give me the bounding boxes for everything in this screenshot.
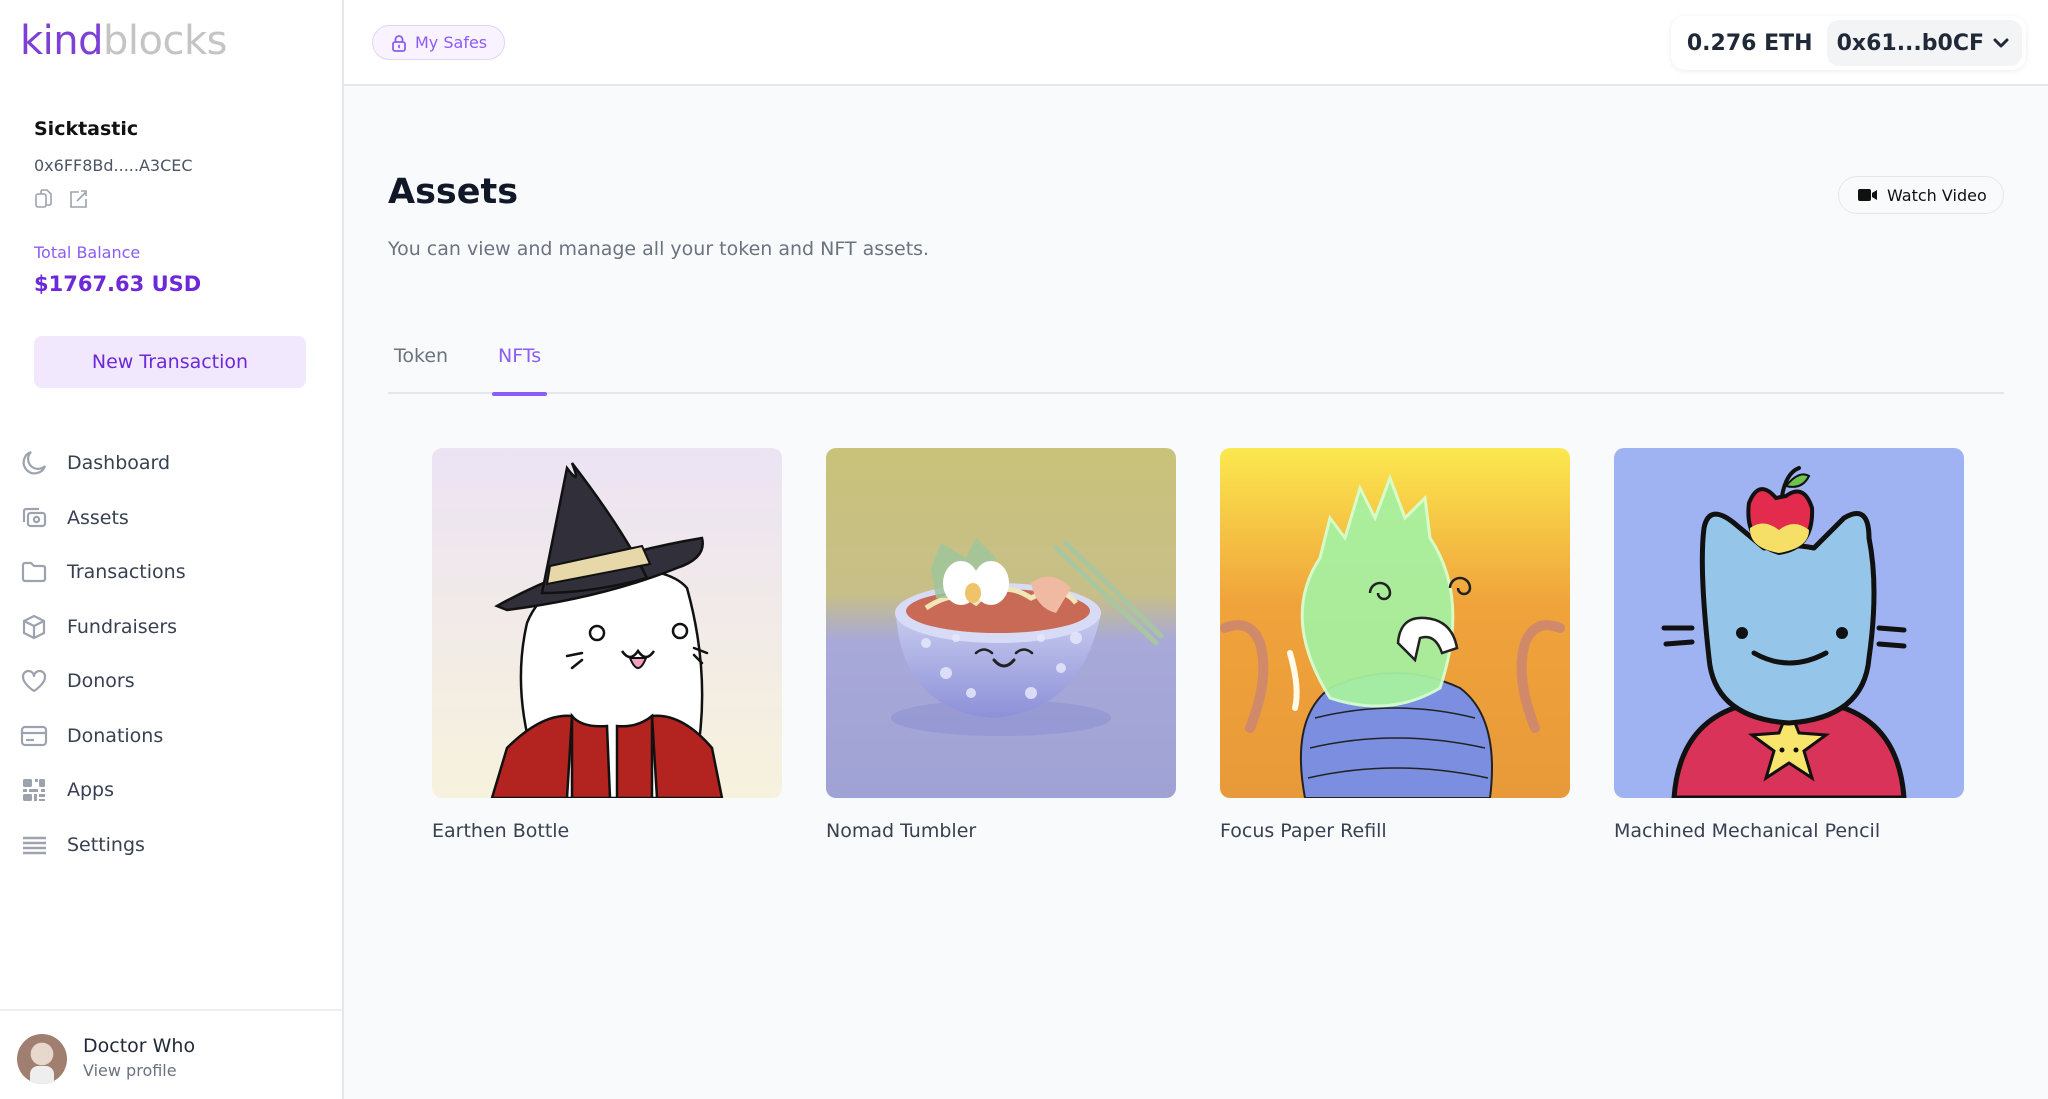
profile-name: Doctor Who <box>83 1035 196 1057</box>
safe-name: Sicktastic <box>34 118 139 140</box>
sidebar-item-dashboard[interactable]: Dashboard <box>0 436 342 491</box>
chevron-down-icon <box>1992 37 2010 49</box>
sidebar-item-label: Settings <box>67 833 145 856</box>
watch-video-label: Watch Video <box>1887 185 1987 205</box>
nft-name: Machined Mechanical Pencil <box>1614 820 1881 842</box>
nft-card[interactable]: Machined Mechanical Pencil <box>1614 448 1964 842</box>
qr-grid-icon <box>20 776 48 804</box>
video-camera-icon <box>1857 187 1879 203</box>
wallet-widget: 0.276 ETH 0x61...b0CF <box>1670 16 2026 70</box>
sidebar-item-label: Assets <box>67 506 129 529</box>
nft-card[interactable]: Focus Paper Refill <box>1220 448 1570 842</box>
sidebar-item-label: Fundraisers <box>67 615 178 638</box>
asset-tabs: Token NFTs <box>388 330 2004 396</box>
copy-icon[interactable] <box>34 188 54 210</box>
kindblocks-logo[interactable]: kindblocks <box>20 18 228 64</box>
logo-part-kind: kind <box>20 18 104 64</box>
my-safes-button[interactable]: My Safes <box>372 25 506 60</box>
nft-name: Focus Paper Refill <box>1220 820 1387 842</box>
top-bar: My Safes 0.276 ETH 0x61...b0CF <box>344 0 2048 86</box>
sidebar-item-donors[interactable]: Donors <box>0 654 342 709</box>
nft-card[interactable]: Nomad Tumbler <box>826 448 1176 842</box>
folder-icon <box>20 558 48 586</box>
tab-nfts[interactable]: NFTs <box>491 330 548 396</box>
external-link-icon[interactable] <box>68 188 88 210</box>
moon-icon <box>20 449 48 477</box>
sidebar-item-transactions[interactable]: Transactions <box>0 545 342 600</box>
view-profile-link[interactable]: View profile <box>83 1061 177 1080</box>
cube-icon <box>20 613 48 641</box>
assets-icon <box>20 504 48 532</box>
nft-image-flame-monster[interactable] <box>1220 448 1570 798</box>
sidebar-item-label: Apps <box>67 779 115 802</box>
sidebar-item-assets[interactable]: Assets <box>0 491 342 546</box>
main-content: Assets You can view and manage all your … <box>344 88 2048 1099</box>
eth-balance: 0.276 ETH <box>1686 30 1813 56</box>
sidebar-item-apps[interactable]: Apps <box>0 763 342 818</box>
sidebar-item-label: Transactions <box>67 561 186 584</box>
wallet-address-dropdown[interactable]: 0x61...b0CF <box>1826 20 2022 66</box>
my-safes-label: My Safes <box>415 33 488 52</box>
sidebar-item-fundraisers[interactable]: Fundraisers <box>0 600 342 655</box>
nft-image-apple-cat[interactable] <box>1614 448 1964 798</box>
wallet-address: 0x61...b0CF <box>1836 30 1984 56</box>
nft-image-ramen-bowl[interactable] <box>826 448 1176 798</box>
nft-grid: Earthen Bottle Nomad Tumbler Focus Paper… <box>432 448 1964 842</box>
sidebar-item-donations[interactable]: Donations <box>0 709 342 764</box>
page-subtitle: You can view and manage all your token a… <box>388 238 930 260</box>
new-transaction-button[interactable]: New Transaction <box>34 336 306 388</box>
card-icon <box>20 722 48 750</box>
sidebar-item-label: Donors <box>67 670 135 693</box>
sidebar-item-label: Dashboard <box>67 452 171 475</box>
lock-icon <box>391 34 407 52</box>
sidebar-nav: Dashboard Assets Transactions Fundraiser… <box>0 436 342 872</box>
sidebar-item-label: Donations <box>67 724 164 747</box>
safe-actions <box>34 188 88 210</box>
heart-icon <box>20 667 48 695</box>
total-balance-label: Total Balance <box>34 243 141 262</box>
nft-image-seal-witch[interactable] <box>432 448 782 798</box>
logo-part-blocks: blocks <box>103 18 228 64</box>
avatar[interactable] <box>17 1034 67 1084</box>
nft-name: Earthen Bottle <box>432 820 570 842</box>
nft-name: Nomad Tumbler <box>826 820 977 842</box>
nft-card[interactable]: Earthen Bottle <box>432 448 782 842</box>
safe-address: 0x6FF8Bd.....A3CEC <box>34 156 193 175</box>
user-profile[interactable]: Doctor Who View profile <box>0 1009 342 1099</box>
menu-lines-icon <box>20 831 48 859</box>
watch-video-button[interactable]: Watch Video <box>1838 176 2004 214</box>
sidebar: kindblocks Sicktastic 0x6FF8Bd.....A3CEC… <box>0 0 344 1099</box>
total-balance-value: $1767.63 USD <box>34 272 202 296</box>
page-title: Assets <box>388 172 519 212</box>
tab-token[interactable]: Token <box>394 330 448 394</box>
sidebar-item-settings[interactable]: Settings <box>0 818 342 873</box>
